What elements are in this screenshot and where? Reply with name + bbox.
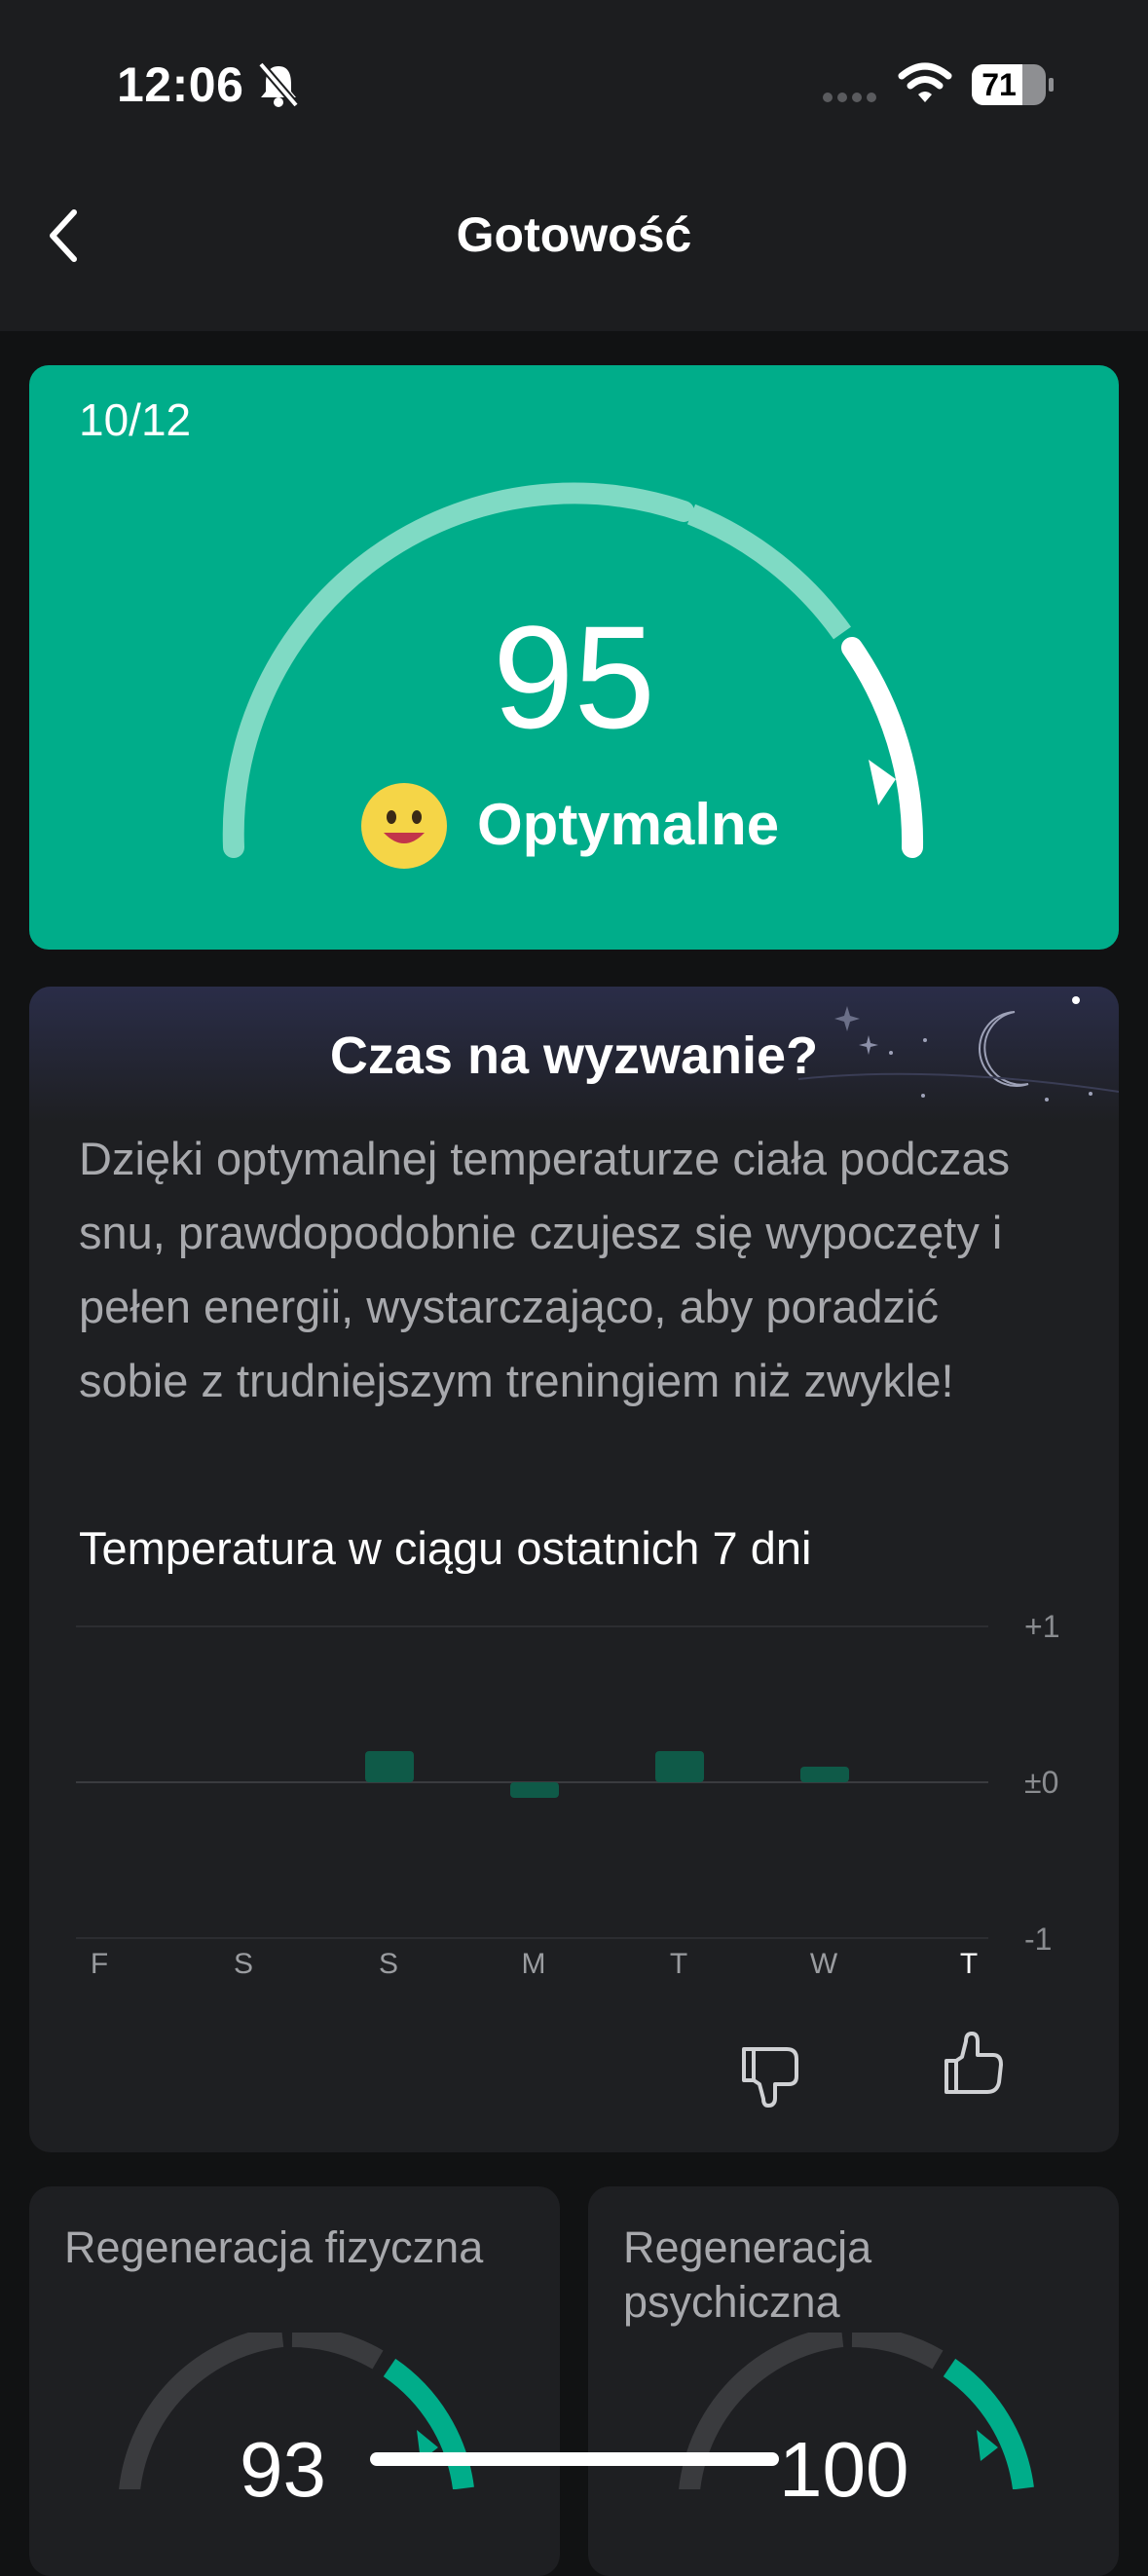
home-indicator[interactable] (370, 2452, 779, 2466)
cellular-signal-icon (823, 93, 876, 102)
x-tick-label: F (90, 1948, 109, 1980)
physical-recovery-score: 93 (240, 2426, 326, 2513)
thumbs-up-icon[interactable] (939, 2032, 1009, 2102)
physical-recovery-title: Regeneracja fizyczna (64, 2222, 484, 2272)
page-title: Gotowość (456, 207, 692, 262)
chart-title: Temperatura w ciągu ostatnich 7 dni (79, 1522, 812, 1574)
temperature-bar (510, 1782, 559, 1798)
mental-recovery-title: Regeneracja psychiczna (623, 2222, 872, 2327)
battery-cap (1049, 78, 1054, 92)
readiness-score: 95 (493, 595, 655, 759)
insight-title: Czas na wyzwanie? (329, 1027, 819, 1085)
x-tick-label: M (521, 1948, 546, 1980)
battery-level: 71 (981, 67, 1017, 102)
wifi-icon (898, 62, 952, 102)
battery-icon: 71 (972, 64, 1046, 105)
mental-recovery-score: 100 (779, 2426, 909, 2513)
temperature-bar (800, 1767, 849, 1782)
x-tick-label: S (233, 1948, 253, 1980)
readiness-label: Optymalne (477, 792, 780, 857)
status-time: 12:06 (117, 57, 244, 112)
bell-muted-icon (257, 61, 300, 108)
temperature-bar (655, 1751, 704, 1782)
x-tick-label: W (809, 1948, 838, 1980)
x-tick-label: S (378, 1948, 398, 1980)
thumbs-down-icon[interactable] (736, 2037, 806, 2108)
y-tick-label: ±0 (1024, 1765, 1059, 1800)
y-tick-label: +1 (1024, 1609, 1060, 1644)
insight-body: Dzięki optymalnej temperaturze ciała pod… (79, 1133, 1011, 1406)
temperature-bar (365, 1751, 414, 1782)
smiley-icon (361, 783, 447, 869)
x-tick-label: T (959, 1948, 979, 1980)
y-tick-label: -1 (1024, 1922, 1053, 1957)
temperature-chart (76, 1625, 988, 1939)
x-tick-label: T (669, 1948, 688, 1980)
